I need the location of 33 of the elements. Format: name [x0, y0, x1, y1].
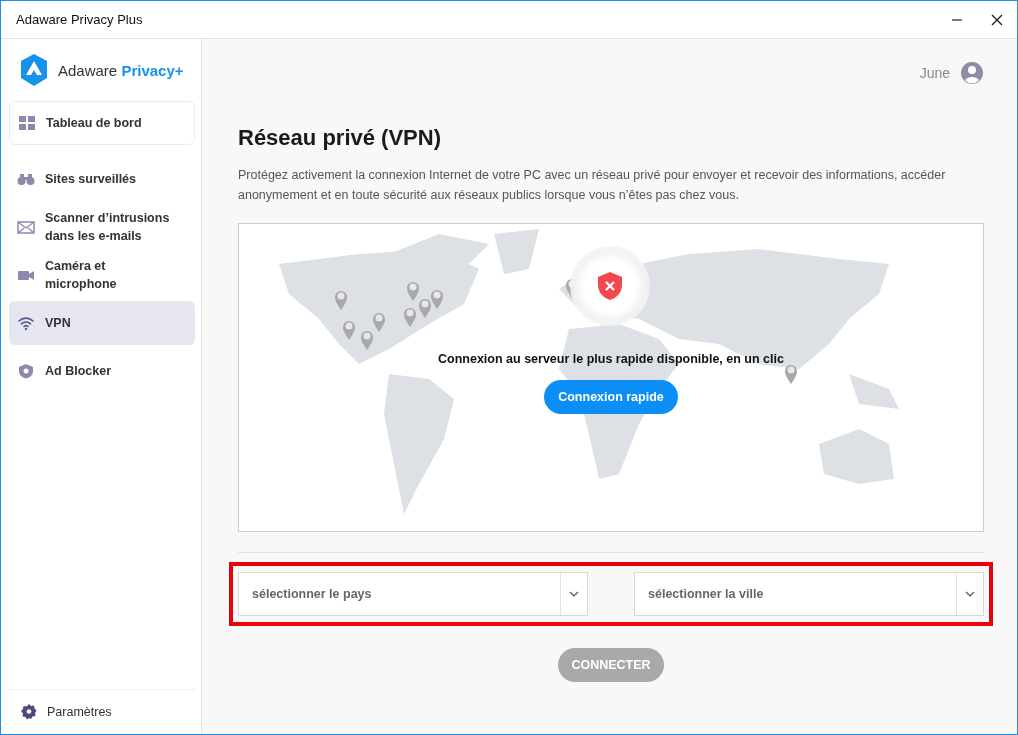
sidebar-item[interactable]: Scanner d’intrusions dans les e-mails	[9, 205, 195, 249]
close-icon	[991, 13, 1003, 26]
sidebar-item-label: Sites surveillés	[45, 171, 137, 188]
caret-icon	[965, 591, 975, 597]
shield-icon	[17, 363, 35, 379]
dashboard-icon	[18, 115, 36, 131]
dropdown-field[interactable]: sélectionner le pays	[238, 572, 588, 616]
user-name: June	[919, 65, 950, 81]
page-description: Protégez activement la connexion Internet de votre PC avec un réseau privé pour envoyer et recevoir des informations, accéder anonymement et en toute sécurité aux réseaux publics lorsque vous n’êtes pas chez vous.	[238, 167, 947, 204]
sidebar-item-label: Scanner d’intrusions dans les e-mails	[45, 210, 171, 245]
wifi-icon	[17, 315, 35, 331]
brand-name: Adaware Privacy+	[58, 61, 184, 79]
binoculars-icon	[17, 171, 35, 187]
settings-icon	[21, 704, 37, 720]
caret-icon	[569, 591, 579, 597]
sidebar-item-label: Caméra et microphone	[45, 258, 118, 293]
window-title: Adaware Privacy Plus	[16, 12, 144, 27]
page-title: Réseau privé (VPN)	[238, 125, 442, 151]
sidebar-item[interactable]: Tableau de bord	[9, 101, 195, 145]
sidebar-item[interactable]: VPN	[9, 301, 195, 345]
sidebar-item-label: Tableau de bord	[46, 115, 142, 132]
mail-icon	[17, 219, 35, 235]
settings-link[interactable]: Paramètres	[9, 704, 112, 720]
logo-icon	[19, 53, 49, 87]
sidebar-item-label: VPN	[45, 315, 71, 332]
sidebar-item[interactable]: Caméra et microphone	[9, 253, 195, 297]
sidebar-item[interactable]: Sites surveillés	[9, 157, 195, 201]
sidebar-item[interactable]: Ad Blocker	[9, 349, 195, 393]
user-avatar-icon[interactable]	[960, 61, 984, 85]
dropdown-field[interactable]: sélectionner la ville	[634, 572, 984, 616]
map-message: Connexion au serveur le plus rapide disponible, en un clic	[438, 352, 784, 366]
sidebar-item-label: Ad Blocker	[45, 363, 111, 380]
shield-x-icon	[597, 271, 623, 301]
